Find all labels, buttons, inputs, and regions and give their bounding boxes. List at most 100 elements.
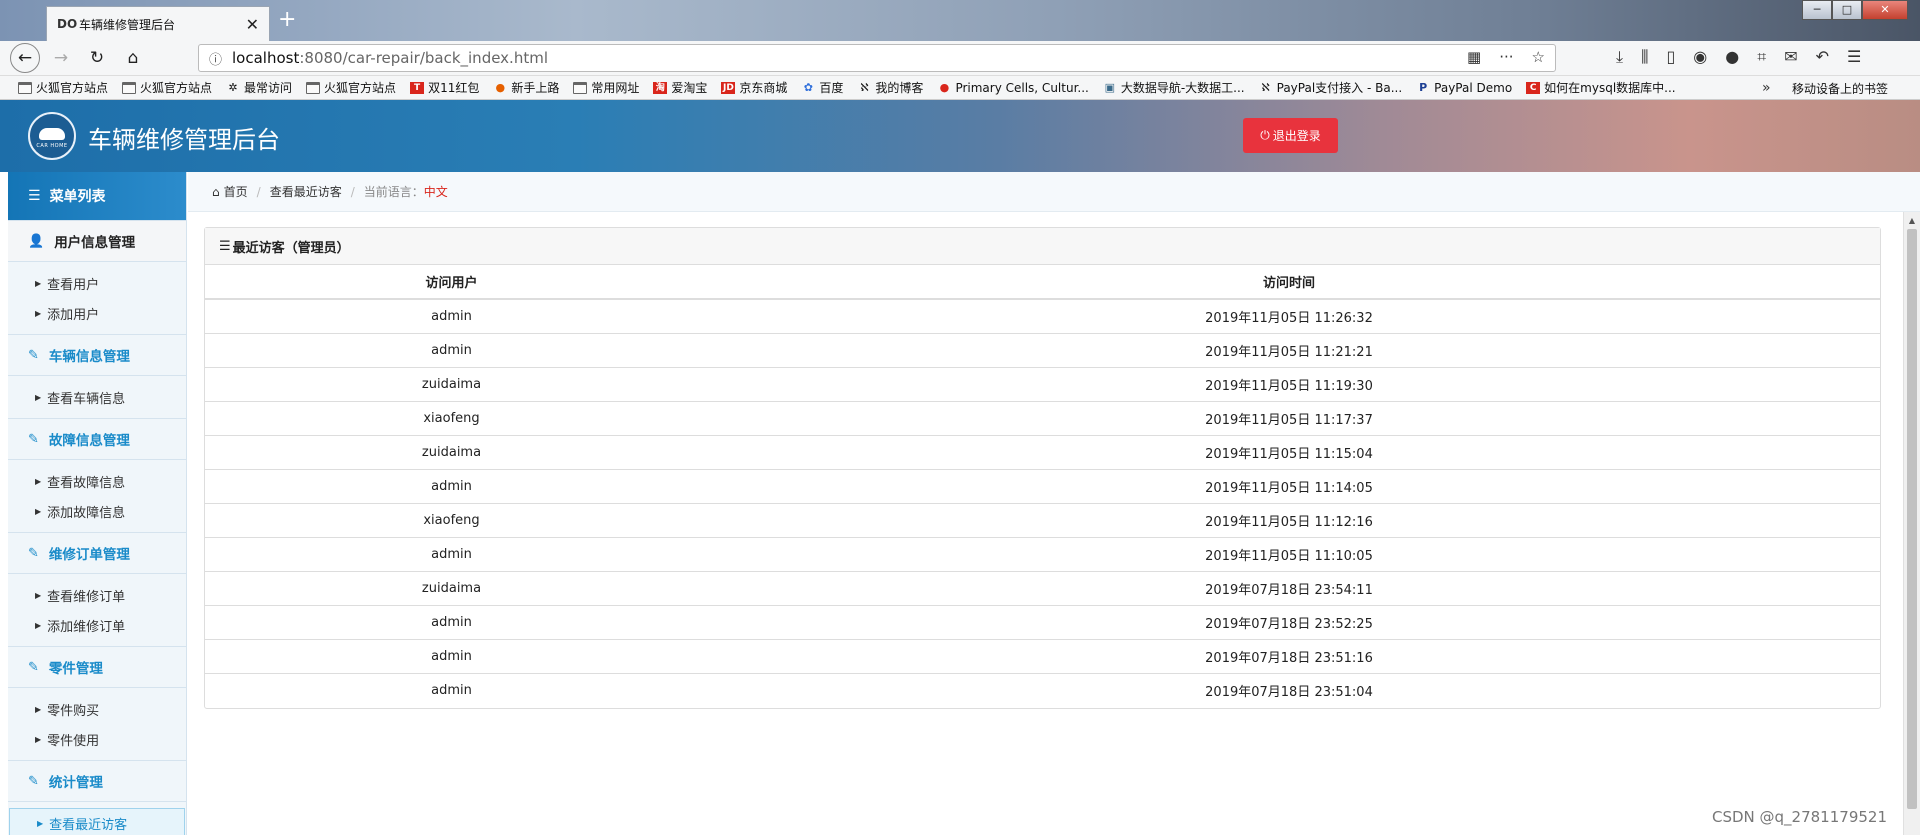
more-bookmarks-icon[interactable]: » <box>1762 80 1771 96</box>
globe-icon[interactable]: ● <box>1725 47 1739 67</box>
window-close-button[interactable]: ✕ <box>1862 0 1908 20</box>
bookmark-item[interactable]: ✲ 最常访问 <box>226 79 292 96</box>
sidebar-group-user[interactable]: 👤 用户信息管理 <box>8 220 186 262</box>
table-row: admin 2019年11月05日 11:21:21 <box>205 332 1880 367</box>
bookmark-item[interactable]: JD 京东商城 <box>721 79 787 96</box>
sidebar-group-parts[interactable]: ✎ 零件管理 <box>8 646 186 688</box>
visit-time: 2019年11月05日 11:14:05 <box>698 468 1880 503</box>
sidebar-item-view-faults[interactable]: ▶ 查看故障信息 <box>8 466 186 496</box>
scroll-up-arrow-icon[interactable]: ▲ <box>1904 212 1920 229</box>
breadcrumb-separator: / <box>350 184 355 199</box>
new-tab-button[interactable]: + <box>278 8 296 32</box>
bookmark-item[interactable]: 火狐官方站点 <box>122 79 212 96</box>
bookmark-item[interactable]: 火狐官方站点 <box>18 79 108 96</box>
visitor-user: admin <box>205 468 698 503</box>
sidebar-sublist: ▶ 零件购买 ▶ 零件使用 <box>8 688 186 760</box>
sidebar-item-recent-visitors[interactable]: ▶ 查看最近访客 <box>9 808 185 835</box>
table-row: admin 2019年11月05日 11:14:05 <box>205 468 1880 503</box>
screenshot-icon[interactable]: ⌗ <box>1757 47 1766 67</box>
sidebar-item-view-users[interactable]: ▶ 查看用户 <box>8 268 186 298</box>
home-icon: ⌂ <box>212 184 220 199</box>
maximize-button[interactable]: □ <box>1832 0 1862 20</box>
bookmark-item[interactable]: ▣ 大数据导航-大数据工... <box>1103 79 1245 96</box>
baidu-icon: ✿ <box>803 80 814 94</box>
back-button[interactable]: ← <box>10 43 40 73</box>
minimize-button[interactable]: ─ <box>1802 0 1832 20</box>
bookmark-item[interactable]: T 双11红包 <box>410 79 479 96</box>
table-row: zuidaima 2019年11月05日 11:19:30 <box>205 366 1880 401</box>
undo-icon[interactable]: ↶ <box>1816 47 1829 67</box>
list-icon: ☰ <box>28 188 41 204</box>
sidebar-item-add-fault[interactable]: ▶ 添加故障信息 <box>8 496 186 526</box>
sidebar-item-parts-purchase[interactable]: ▶ 零件购买 <box>8 694 186 724</box>
mobile-bookmarks[interactable]: 移动设备上的书签 <box>1792 80 1888 97</box>
window-controls: ─ □ ✕ <box>1802 0 1908 20</box>
download-icon[interactable]: ⤓ <box>1616 47 1623 67</box>
table-row: xiaofeng 2019年11月05日 11:12:16 <box>205 502 1880 537</box>
bookmark-item[interactable]: 淘爱淘宝 <box>653 79 707 96</box>
caret-right-icon: ▶ <box>35 392 42 402</box>
bookmark-item[interactable]: ● Primary Cells, Cultur... <box>937 81 1089 95</box>
visitor-user: zuidaima <box>205 366 698 401</box>
bookmark-item[interactable]: 常用网址 <box>573 79 639 96</box>
visit-time: 2019年11月05日 11:15:04 <box>698 434 1880 469</box>
tab-close-icon[interactable]: ✕ <box>246 15 259 34</box>
sidebar-item-view-orders[interactable]: ▶ 查看维修订单 <box>8 580 186 610</box>
bookmark-item[interactable]: ✿ 百度 <box>801 79 844 96</box>
sidebar-sublist: ▶ 查看车辆信息 <box>8 376 186 418</box>
forward-button[interactable]: → <box>46 43 76 73</box>
visitor-user: admin <box>431 308 472 324</box>
visit-time: 2019年07月18日 23:52:25 <box>698 604 1880 639</box>
logout-button[interactable]: ⏻ 退出登录 <box>1243 118 1338 153</box>
content-scrollbar[interactable]: ▲ <box>1903 212 1920 835</box>
sidebar-group-fault[interactable]: ✎ 故障信息管理 <box>8 418 186 460</box>
qr-code-icon[interactable]: ▦ <box>1467 48 1481 66</box>
sidebar-group-stats[interactable]: ✎ 统计管理 <box>8 760 186 802</box>
gear-icon: ✲ <box>228 80 238 94</box>
car-logo: CAR HOME <box>28 112 76 160</box>
reload-button[interactable]: ↻ <box>82 43 112 73</box>
car-icon <box>39 127 65 140</box>
table-row: admin 2019年11月05日 11:26:32 <box>205 299 1880 333</box>
caret-right-icon: ▶ <box>35 620 42 630</box>
bookmark-item[interactable]: 火狐官方站点 <box>306 79 396 96</box>
bookmark-item[interactable]: ℵ PayPal支付接入 - Ba... <box>1259 79 1403 96</box>
bookmark-item[interactable]: C 如何在mysql数据库中... <box>1526 79 1676 96</box>
site-icon: ▣ <box>1104 80 1116 94</box>
visitor-user: admin <box>205 604 698 639</box>
page-actions-icon[interactable]: ··· <box>1499 48 1513 66</box>
user-icon: 👤 <box>28 233 45 249</box>
info-icon[interactable]: ⓘ <box>209 49 222 68</box>
bookmark-star-icon[interactable]: ☆ <box>1532 48 1545 66</box>
scrollbar-thumb[interactable] <box>1907 229 1917 809</box>
bookmark-item[interactable]: ● 新手上路 <box>493 79 560 96</box>
home-button[interactable]: ⌂ <box>118 43 148 73</box>
edit-icon: ✎ <box>28 659 39 675</box>
bookmark-item[interactable]: P PayPal Demo <box>1416 81 1512 95</box>
sidebar-item-view-vehicles[interactable]: ▶ 查看车辆信息 <box>8 382 186 412</box>
logo-text: CAR HOME <box>36 142 68 149</box>
browser-titlebar: DO 车辆维修管理后台 ✕ + ─ □ ✕ <box>0 0 1920 41</box>
browser-tab[interactable]: DO 车辆维修管理后台 ✕ <box>46 6 270 41</box>
bookmark-item[interactable]: ℵ 我的博客 <box>857 79 923 96</box>
caret-right-icon: ▶ <box>35 734 42 744</box>
library-icon[interactable]: ⫼ <box>1641 47 1648 67</box>
sidebar-item-add-order[interactable]: ▶ 添加维修订单 <box>8 610 186 640</box>
firefox-icon: ● <box>495 80 506 94</box>
sidebar-item-add-user[interactable]: ▶ 添加用户 <box>8 298 186 328</box>
visitor-user: admin <box>205 672 698 707</box>
sidebar-group-orders[interactable]: ✎ 维修订单管理 <box>8 532 186 574</box>
account-icon[interactable]: ◉ <box>1693 47 1707 67</box>
sidebar-item-parts-usage[interactable]: ▶ 零件使用 <box>8 724 186 754</box>
sidebar-toggle-icon[interactable]: ▯ <box>1666 47 1675 67</box>
table-row: xiaofeng 2019年11月05日 11:17:37 <box>205 400 1880 435</box>
breadcrumb-current[interactable]: 查看最近访客 <box>270 183 342 200</box>
menu-icon[interactable]: ☰ <box>1847 47 1861 67</box>
visitors-panel: ☰ 最近访客（管理员） 访问用户 访问时间 admin 2019年11月05日 1… <box>204 227 1881 709</box>
sidebar-group-vehicle[interactable]: ✎ 车辆信息管理 <box>8 334 186 376</box>
chat-icon[interactable]: ✉ <box>1784 47 1797 67</box>
breadcrumb-home[interactable]: 首页 <box>224 183 248 200</box>
address-bar[interactable]: ⓘ localhost :8080/car-repair/back_index.… <box>198 44 1556 72</box>
visitor-user: xiaofeng <box>205 400 698 435</box>
app-title: 车辆维修管理后台 <box>88 126 280 154</box>
